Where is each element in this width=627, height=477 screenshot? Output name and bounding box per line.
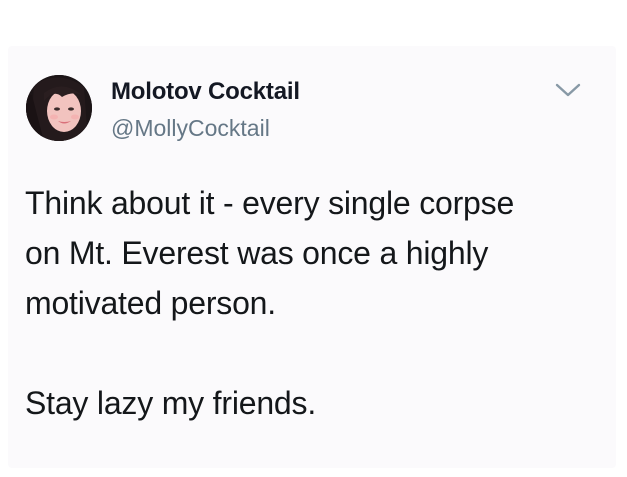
tweet-paragraph-1: Think about it - every single corpse on … [25,185,515,321]
chevron-down-icon[interactable] [553,80,583,100]
tweet-paragraph-2: Stay lazy my friends. [25,385,317,421]
author-handle[interactable]: @MollyCocktail [111,115,270,142]
profile-photo-icon [26,75,92,141]
avatar[interactable] [26,75,92,141]
author-display-name[interactable]: Molotov Cocktail [111,78,300,106]
tweet-text: Think about it - every single corpse on … [25,178,605,428]
